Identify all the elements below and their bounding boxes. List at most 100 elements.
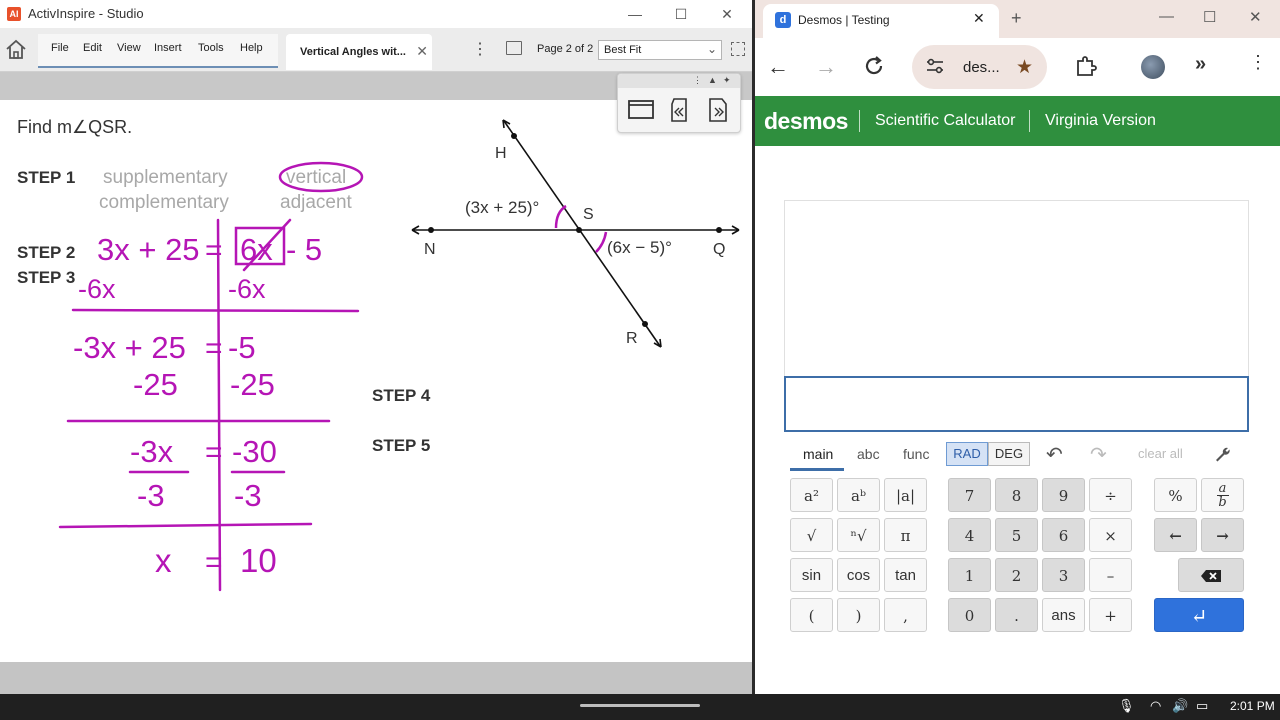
maximize-icon[interactable]: ☐ xyxy=(666,4,696,24)
minimize-icon[interactable]: — xyxy=(620,4,650,24)
key-tan[interactable]: tan xyxy=(884,558,927,592)
key-ans[interactable]: ans xyxy=(1042,598,1085,632)
line-HR xyxy=(503,120,661,347)
key-sqrt[interactable]: √ xyxy=(790,518,833,552)
key-plus[interactable]: + xyxy=(1089,598,1132,632)
key-abs[interactable]: |a| xyxy=(884,478,927,512)
key-8[interactable]: 8 xyxy=(995,478,1038,512)
key-2[interactable]: 2 xyxy=(995,558,1038,592)
key-cursor-left[interactable]: ← xyxy=(1154,518,1197,552)
key-comma[interactable]: , xyxy=(884,598,927,632)
header-scientific-calculator: Scientific Calculator xyxy=(875,112,1016,129)
profile-avatar[interactable] xyxy=(1141,55,1165,79)
bookmark-star-icon[interactable]: ★ xyxy=(1016,56,1033,79)
toolbox-header[interactable]: ⋮ ▲ ✦ xyxy=(618,74,740,88)
angle-upper-expression: (3x + 25)° xyxy=(465,198,539,217)
back-icon[interactable]: ← xyxy=(767,54,789,80)
toolbox-pin-icon[interactable]: ✦ xyxy=(723,75,731,86)
reload-icon[interactable] xyxy=(863,55,885,77)
clear-all-button[interactable]: clear all xyxy=(1138,446,1183,461)
close-icon[interactable]: ✕ xyxy=(1249,8,1262,26)
address-bar[interactable]: des... ★ xyxy=(912,45,1047,89)
key-decimal[interactable]: . xyxy=(995,598,1038,632)
home-icon[interactable] xyxy=(4,38,28,62)
ai-titlebar: AI ActivInspire - Studio — ☐ ✕ xyxy=(0,0,752,28)
key-square[interactable]: a² xyxy=(790,478,833,512)
key-nth-root[interactable]: ⁿ√ xyxy=(837,518,880,552)
key-cos[interactable]: cos xyxy=(837,558,880,592)
key-fraction[interactable]: a b xyxy=(1201,478,1244,512)
deg-toggle[interactable]: DEG xyxy=(988,442,1030,466)
key-3[interactable]: 3 xyxy=(1042,558,1085,592)
minimize-icon[interactable]: — xyxy=(1159,8,1174,25)
tab-close-icon[interactable]: ✕ xyxy=(973,10,985,27)
floating-toolbox[interactable]: ⋮ ▲ ✦ xyxy=(617,73,741,133)
fullscreen-icon[interactable] xyxy=(731,42,745,56)
kebab-menu-icon[interactable]: ⋮ xyxy=(472,39,488,59)
clock[interactable]: 2:01 PM xyxy=(1230,699,1275,713)
document-tab[interactable]: Vertical Angles wit... ✕ xyxy=(286,34,432,70)
key-sin[interactable]: sin xyxy=(790,558,833,592)
flipchart-canvas[interactable]: Find m∠QSR. STEP 1 supplementary vertica… xyxy=(0,100,752,662)
menu-edit[interactable]: Edit xyxy=(83,42,102,54)
menu-tools[interactable]: Tools xyxy=(198,42,224,54)
key-5[interactable]: 5 xyxy=(995,518,1038,552)
calculator-expression-input[interactable] xyxy=(784,376,1249,432)
chrome-menu-icon[interactable]: ⋮ xyxy=(1249,52,1267,73)
tab-func[interactable]: func xyxy=(903,446,929,462)
key-minus[interactable]: – xyxy=(1089,558,1132,592)
tab-close-icon[interactable]: ✕ xyxy=(416,43,428,60)
key-backspace[interactable] xyxy=(1178,558,1244,592)
point-N xyxy=(428,227,434,233)
redo-icon[interactable]: ↷ xyxy=(1090,442,1107,467)
menu-insert[interactable]: Insert xyxy=(154,42,182,54)
volume-icon[interactable]: 🔊 xyxy=(1172,698,1188,714)
more-tabs-icon[interactable]: » xyxy=(1195,53,1206,76)
key-cursor-right[interactable]: → xyxy=(1201,518,1244,552)
menu-file[interactable]: File xyxy=(51,42,69,54)
taskbar-handle[interactable] xyxy=(580,704,700,707)
key-4[interactable]: 4 xyxy=(948,518,991,552)
key-6[interactable]: 6 xyxy=(1042,518,1085,552)
key-right-paren[interactable]: ) xyxy=(837,598,880,632)
new-tab-icon[interactable]: + xyxy=(1011,8,1022,29)
site-settings-icon[interactable] xyxy=(926,58,944,74)
key-multiply[interactable]: × xyxy=(1089,518,1132,552)
next-page-icon[interactable] xyxy=(704,98,730,122)
key-7[interactable]: 7 xyxy=(948,478,991,512)
toolbox-menu-icon[interactable]: ⋮ xyxy=(693,75,702,86)
zoom-select[interactable]: Best Fit ⌄ xyxy=(598,40,722,60)
wifi-icon[interactable]: ◠ xyxy=(1150,698,1161,714)
undo-icon[interactable]: ↶ xyxy=(1046,442,1063,467)
chrome-tab[interactable]: d Desmos | Testing ✕ xyxy=(763,4,999,38)
key-9[interactable]: 9 xyxy=(1042,478,1085,512)
key-percent[interactable]: % xyxy=(1154,478,1197,512)
rad-toggle[interactable]: RAD xyxy=(946,442,988,466)
tab-abc[interactable]: abc xyxy=(857,446,880,462)
maximize-icon[interactable]: ☐ xyxy=(1203,8,1216,26)
toolbox-collapse-icon[interactable]: ▲ xyxy=(708,75,717,85)
key-enter[interactable]: ↵ xyxy=(1154,598,1244,632)
close-icon[interactable]: ✕ xyxy=(712,4,742,24)
key-0[interactable]: 0 xyxy=(948,598,991,632)
menu-help[interactable]: Help xyxy=(240,42,263,54)
key-left-paren[interactable]: ( xyxy=(790,598,833,632)
key-power[interactable]: aᵇ xyxy=(837,478,880,512)
zoom-value: Best Fit xyxy=(604,44,642,56)
key-pi[interactable]: π xyxy=(884,518,927,552)
tab-main[interactable]: main xyxy=(803,446,833,462)
key-divide[interactable]: ÷ xyxy=(1089,478,1132,512)
previous-page-icon[interactable] xyxy=(666,98,692,122)
screen-icon[interactable] xyxy=(628,98,654,122)
wrench-icon[interactable] xyxy=(1213,445,1231,463)
presentation-icon[interactable] xyxy=(506,41,522,55)
menu-view[interactable]: View xyxy=(117,42,141,54)
battery-icon[interactable]: ▭ xyxy=(1196,698,1208,714)
tab-main-indicator xyxy=(790,468,844,471)
key-1[interactable]: 1 xyxy=(948,558,991,592)
forward-icon[interactable]: → xyxy=(815,54,837,80)
chrome-window: d Desmos | Testing ✕ + — ☐ ✕ ← → des... … xyxy=(755,0,1280,694)
extensions-icon[interactable] xyxy=(1075,55,1097,77)
microphone-icon[interactable]: 🎙 xyxy=(1118,698,1135,714)
ai-bottom-bar xyxy=(0,662,752,694)
